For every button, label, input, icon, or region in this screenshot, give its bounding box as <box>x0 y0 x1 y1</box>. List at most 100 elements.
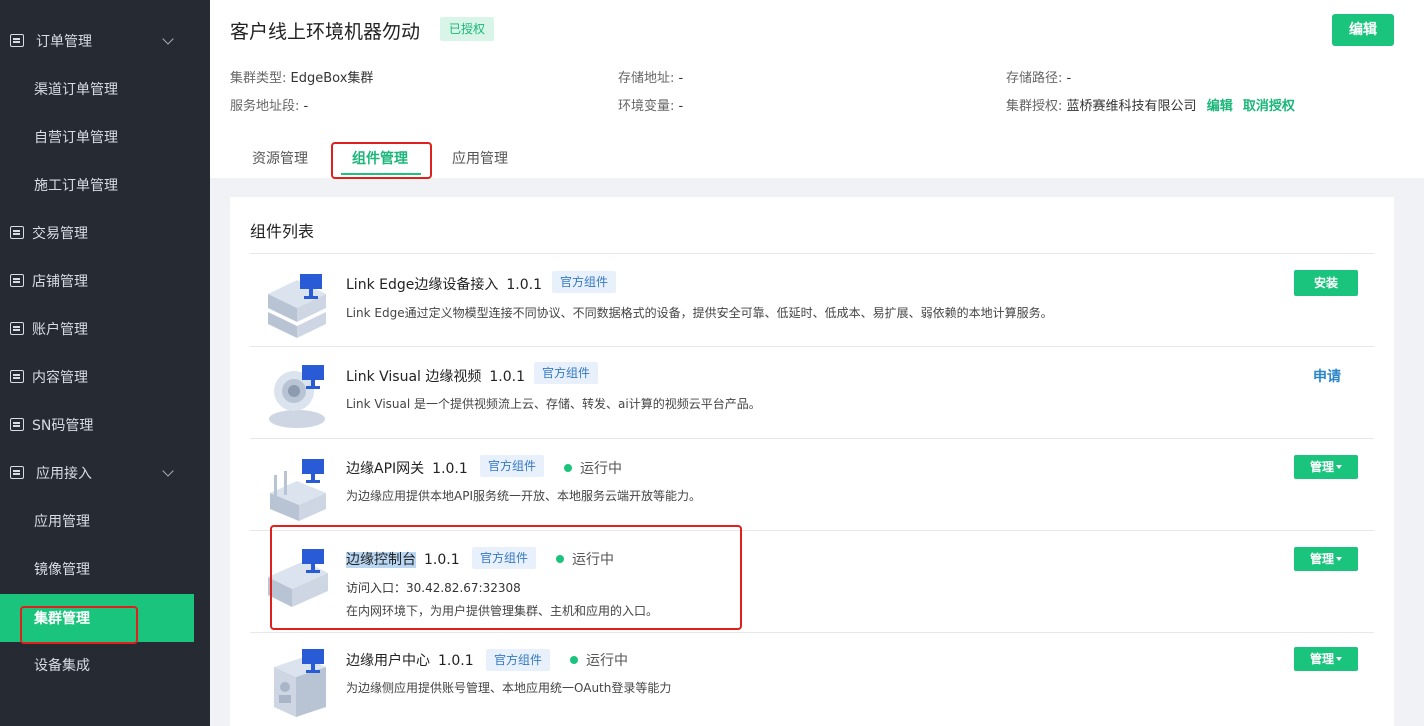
auth-cancel-link[interactable]: 取消授权 <box>1243 99 1295 114</box>
component-name[interactable]: Link Edge边缘设备接入 1.0.1 <box>346 274 542 294</box>
meta-value: EdgeBox集群 <box>290 71 374 86</box>
meta-key: 集群类型: <box>230 71 287 86</box>
component-desc: 为边缘侧应用提供账号管理、本地应用统一OAuth登录等能力 <box>346 681 672 695</box>
apply-link[interactable]: 申请 <box>1313 366 1341 386</box>
sidebar-item-label: 自营订单管理 <box>34 130 118 146</box>
sidebar-item-label: 镜像管理 <box>34 562 90 578</box>
meta-storage-path: 存储路径: - <box>1006 67 1071 86</box>
caret-down-icon <box>1336 557 1342 561</box>
running-status: 运行中 <box>570 650 628 670</box>
component-name[interactable]: Link Visual 边缘视频 1.0.1 <box>346 366 525 386</box>
sidebar-item-label: 内容管理 <box>32 370 88 386</box>
cluster-header: 客户线上环境机器勿动 已授权 编辑 集群类型: EdgeBox集群 存储地址: … <box>210 0 1424 179</box>
meta-cluster-type: 集群类型: EdgeBox集群 <box>230 67 373 86</box>
gateway-icon <box>270 459 326 521</box>
sidebar-item-transactions[interactable]: 交易管理 <box>0 209 210 257</box>
sidebar-item-label: SN码管理 <box>32 418 94 434</box>
manage-label: 管理 <box>1309 652 1334 666</box>
user-center-icon <box>274 649 326 717</box>
component-version: 1.0.1 <box>432 461 468 477</box>
manage-label: 管理 <box>1309 552 1334 566</box>
meta-key: 存储地址: <box>618 71 675 86</box>
install-button[interactable]: 安装 <box>1294 270 1358 296</box>
edit-button[interactable]: 编辑 <box>1332 14 1394 46</box>
transaction-icon <box>10 226 24 239</box>
list-item: Link Visual 边缘视频 1.0.1 官方组件 Link Visual 是… <box>250 346 1374 438</box>
auth-edit-link[interactable]: 编辑 <box>1207 99 1233 114</box>
app-icon <box>10 466 24 479</box>
sidebar-item-image-management[interactable]: 镜像管理 <box>0 545 210 593</box>
sidebar-item-stores[interactable]: 店铺管理 <box>0 257 210 305</box>
meta-value: - <box>678 99 684 114</box>
manage-button[interactable]: 管理 <box>1294 455 1358 479</box>
meta-storage-address: 存储地址: - <box>618 67 683 86</box>
meta-value: - <box>303 99 309 114</box>
camera-icon <box>269 365 325 428</box>
component-title: 边缘用户中心 <box>346 653 430 669</box>
list-item: 边缘API网关 1.0.1 官方组件 运行中 为边缘应用提供本地API服务统一开放… <box>250 438 1374 530</box>
component-version: 1.0.1 <box>438 653 474 669</box>
device-server-icon <box>268 274 326 338</box>
sidebar-item-device-integration[interactable]: 设备集成 <box>0 641 210 689</box>
account-icon <box>10 322 24 335</box>
component-desc: Link Visual 是一个提供视频流上云、存储、转发、ai计算的视频云平台产… <box>346 397 761 411</box>
tab-app-management[interactable]: 应用管理 <box>452 148 508 168</box>
component-version: 1.0.1 <box>506 277 542 293</box>
sidebar-item-accounts[interactable]: 账户管理 <box>0 305 210 353</box>
meta-key: 存储路径: <box>1006 71 1063 86</box>
component-desc: Link Edge通过定义物模型连接不同协议、不同数据格式的设备，提供安全可靠、… <box>346 306 1053 320</box>
component-name[interactable]: 边缘API网关 1.0.1 <box>346 458 468 478</box>
sidebar-item-label: 交易管理 <box>32 226 88 242</box>
sidebar-item-self-orders[interactable]: 自营订单管理 <box>0 113 210 161</box>
status-badge: 已授权 <box>440 17 495 41</box>
sidebar-item-channel-orders[interactable]: 渠道订单管理 <box>0 65 210 113</box>
manage-button[interactable]: 管理 <box>1294 547 1358 571</box>
sidebar: 订单管理 渠道订单管理 自营订单管理 施工订单管理 交易管理 店铺管理 账户管理… <box>0 0 210 726</box>
sidebar-item-label: 施工订单管理 <box>34 178 118 194</box>
sidebar-item-label: 店铺管理 <box>32 274 88 290</box>
meta-env-vars: 环境变量: - <box>618 95 683 114</box>
sidebar-item-content[interactable]: 内容管理 <box>0 353 210 401</box>
list-icon <box>10 34 24 47</box>
sidebar-item-orders[interactable]: 订单管理 <box>0 17 210 65</box>
highlight-box <box>270 525 742 630</box>
running-status: 运行中 <box>564 458 622 478</box>
sidebar-item-label: 应用接入 <box>36 466 92 482</box>
sn-icon <box>10 418 24 431</box>
highlight-box <box>331 142 432 179</box>
list-item: 边缘用户中心 1.0.1 官方组件 运行中 为边缘侧应用提供账号管理、本地应用统一… <box>250 632 1374 726</box>
meta-cluster-auth: 集群授权: 蓝桥赛维科技有限公司 编辑 取消授权 <box>1006 95 1295 114</box>
meta-key: 服务地址段: <box>230 99 300 114</box>
sidebar-item-construction-orders[interactable]: 施工订单管理 <box>0 161 210 209</box>
official-tag: 官方组件 <box>534 362 599 384</box>
chevron-down-icon <box>162 465 174 477</box>
manage-button[interactable]: 管理 <box>1294 647 1358 671</box>
component-name[interactable]: 边缘用户中心 1.0.1 <box>346 650 474 670</box>
highlight-box <box>20 606 138 644</box>
sidebar-item-label: 账户管理 <box>32 322 88 338</box>
component-title: 边缘API网关 <box>346 461 425 477</box>
official-tag: 官方组件 <box>552 271 617 293</box>
sidebar-item-label: 订单管理 <box>36 34 92 50</box>
chevron-down-icon <box>162 33 174 45</box>
caret-down-icon <box>1336 657 1342 661</box>
official-tag: 官方组件 <box>480 455 545 477</box>
sidebar-item-label: 设备集成 <box>34 658 90 674</box>
meta-service-range: 服务地址段: - <box>230 95 308 114</box>
tab-resource-management[interactable]: 资源管理 <box>252 148 308 168</box>
component-list: 组件列表 Link Edge边缘设备接入 1.0.1 官方组件 Link Edge… <box>230 197 1394 726</box>
sidebar-item-app-access[interactable]: 应用接入 <box>0 449 210 497</box>
component-desc: 为边缘应用提供本地API服务统一开放、本地服务云端开放等能力。 <box>346 489 701 503</box>
meta-value: - <box>1066 71 1072 86</box>
list-item: Link Edge边缘设备接入 1.0.1 官方组件 Link Edge通过定义物… <box>250 253 1374 346</box>
sidebar-item-sn-codes[interactable]: SN码管理 <box>0 401 210 449</box>
official-tag: 官方组件 <box>486 649 551 671</box>
page-title: 客户线上环境机器勿动 <box>230 21 421 43</box>
meta-value: - <box>678 71 684 86</box>
sidebar-item-app-management[interactable]: 应用管理 <box>0 497 210 545</box>
component-title: Link Edge边缘设备接入 <box>346 277 499 293</box>
sidebar-item-label: 渠道订单管理 <box>34 82 118 98</box>
manage-label: 管理 <box>1309 460 1334 474</box>
meta-key: 环境变量: <box>618 99 675 114</box>
caret-down-icon <box>1336 465 1342 469</box>
